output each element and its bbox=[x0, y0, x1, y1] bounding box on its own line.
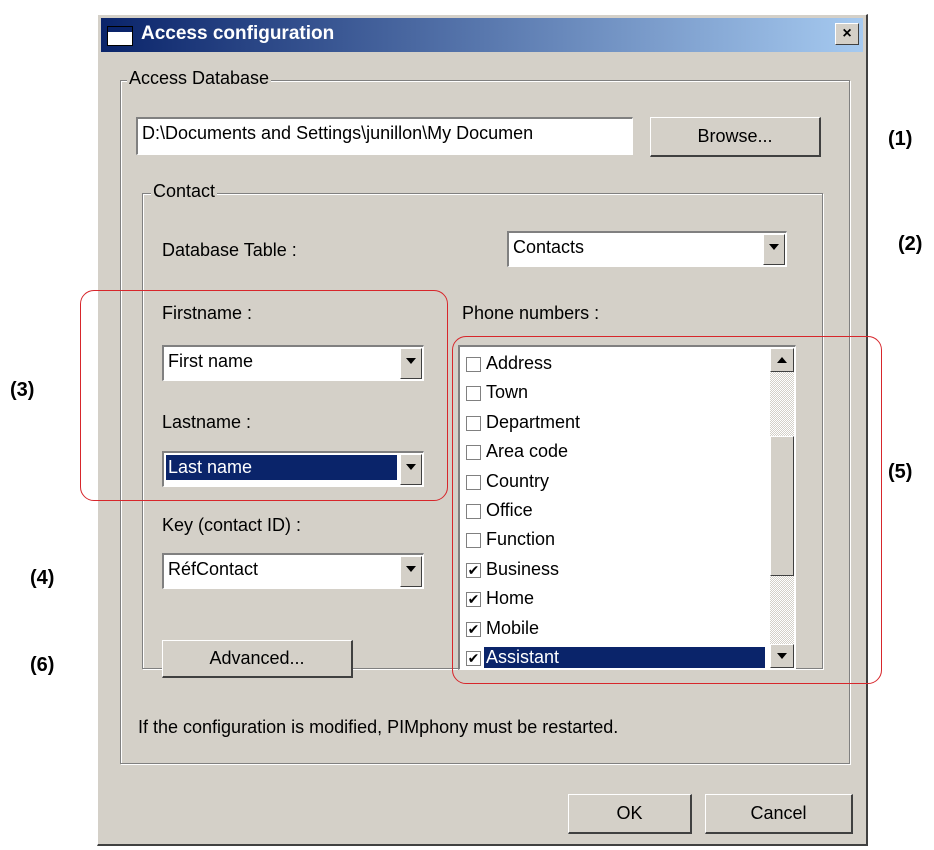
key-value: RéfContact bbox=[168, 559, 259, 579]
advanced-button-label: Advanced... bbox=[209, 648, 305, 668]
callout-phone-numbers bbox=[452, 336, 882, 684]
close-button[interactable]: × bbox=[835, 23, 859, 45]
chevron-down-icon[interactable] bbox=[763, 234, 785, 265]
marker-3: (3) bbox=[10, 379, 35, 401]
restart-note: If the configuration is modified, PIMpho… bbox=[138, 717, 619, 737]
advanced-button[interactable]: Advanced... bbox=[162, 640, 353, 678]
database-table-combo[interactable]: Contacts bbox=[507, 231, 787, 267]
key-label: Key (contact ID) : bbox=[162, 515, 302, 535]
marker-6: (6) bbox=[30, 654, 55, 676]
cancel-button-label: Cancel bbox=[750, 803, 807, 823]
database-table-value: Contacts bbox=[513, 237, 585, 257]
database-path-field[interactable]: D:\Documents and Settings\junillon\My Do… bbox=[136, 117, 633, 155]
ok-button[interactable]: OK bbox=[568, 794, 692, 834]
title-bar[interactable]: Access configuration × bbox=[101, 18, 863, 52]
contact-legend: Contact bbox=[151, 181, 218, 202]
window-title: Access configuration bbox=[141, 23, 335, 44]
marker-1: (1) bbox=[888, 128, 913, 150]
cancel-button[interactable]: Cancel bbox=[705, 794, 853, 834]
key-combo[interactable]: RéfContact bbox=[162, 553, 424, 589]
browse-button[interactable]: Browse... bbox=[650, 117, 821, 157]
access-database-legend: Access Database bbox=[127, 68, 272, 89]
callout-names bbox=[80, 290, 448, 501]
browse-button-label: Browse... bbox=[697, 126, 773, 146]
marker-4: (4) bbox=[30, 567, 55, 589]
marker-2: (2) bbox=[898, 233, 923, 255]
database-table-label: Database Table : bbox=[162, 240, 297, 260]
ok-button-label: OK bbox=[616, 803, 643, 823]
marker-5: (5) bbox=[888, 461, 913, 483]
window-icon bbox=[107, 26, 133, 46]
phone-numbers-label: Phone numbers : bbox=[462, 303, 600, 323]
chevron-down-icon[interactable] bbox=[400, 556, 422, 587]
